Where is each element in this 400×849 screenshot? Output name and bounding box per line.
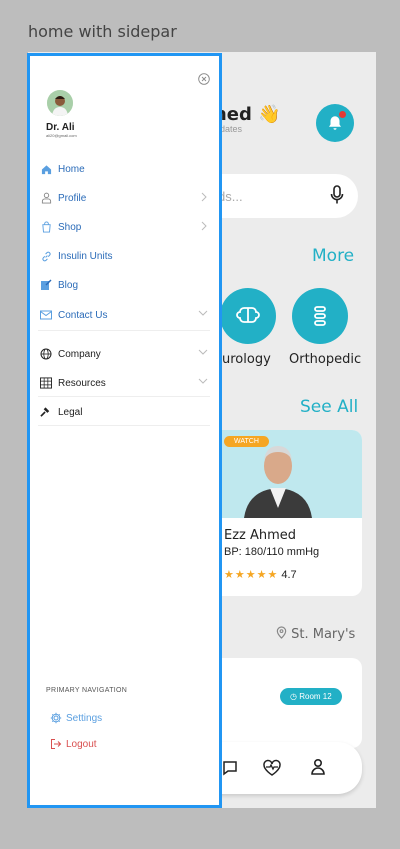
home-icon bbox=[41, 164, 51, 174]
category-neurology[interactable] bbox=[220, 288, 276, 344]
sidebar-item-contact-us[interactable]: Contact Us bbox=[40, 305, 210, 325]
sidebar-item-label: Legal bbox=[58, 406, 83, 418]
chat-icon[interactable] bbox=[222, 760, 238, 776]
doctor-rating: ★★★★★ 4.7 bbox=[224, 568, 297, 581]
settings-label: Settings bbox=[66, 712, 103, 724]
sidebar-item-shop[interactable]: Shop bbox=[40, 217, 210, 237]
settings-button[interactable]: Settings bbox=[50, 712, 102, 724]
link-icon bbox=[41, 251, 51, 261]
sidebar-drawer: Dr. Ali ali20@gmail.com Home Profile Sho… bbox=[27, 53, 222, 808]
building-icon bbox=[40, 377, 52, 389]
logout-label: Logout bbox=[66, 738, 97, 750]
category-orthopedic[interactable] bbox=[292, 288, 348, 344]
more-link[interactable]: More bbox=[312, 246, 354, 266]
location-text: St. Mary's bbox=[291, 627, 356, 642]
chevron-right-icon bbox=[201, 221, 207, 231]
gear-icon bbox=[50, 712, 62, 724]
location-pin-icon bbox=[276, 626, 287, 639]
sidebar-item-label: Blog bbox=[58, 279, 79, 291]
chevron-right-icon bbox=[201, 192, 207, 202]
avatar[interactable] bbox=[47, 90, 73, 116]
user-email: ali20@gmail.com bbox=[46, 133, 77, 138]
user-icon[interactable] bbox=[310, 758, 326, 776]
category-label: eurology bbox=[214, 352, 271, 367]
sidebar-item-label: Contact Us bbox=[58, 309, 108, 321]
sidebar-item-label: Home bbox=[58, 163, 85, 175]
sidebar-item-label: Profile bbox=[58, 192, 87, 204]
logout-button[interactable]: Logout bbox=[50, 738, 97, 750]
user-name: Dr. Ali bbox=[46, 122, 75, 133]
sidebar-item-label: Insulin Units bbox=[58, 250, 113, 262]
doctor-bp: BP: 180/110 mmHg bbox=[224, 546, 320, 558]
microphone-icon[interactable] bbox=[330, 185, 344, 205]
watch-badge: WATCH bbox=[224, 436, 269, 447]
brain-icon bbox=[236, 307, 260, 323]
frame-title: home with sidepar bbox=[28, 22, 177, 41]
see-all-link[interactable]: See All bbox=[300, 397, 358, 417]
heart-pulse-icon[interactable] bbox=[262, 759, 282, 777]
sidebar-item-company[interactable]: Company bbox=[40, 344, 210, 364]
user-icon bbox=[41, 192, 51, 204]
doctor-name: Ezz Ahmed bbox=[224, 528, 297, 543]
close-icon[interactable] bbox=[198, 73, 210, 85]
clock-icon: ◷ bbox=[290, 692, 297, 701]
logout-icon bbox=[51, 739, 62, 749]
shopping-bag-icon bbox=[41, 221, 51, 233]
sidebar-item-insulin-units[interactable]: Insulin Units bbox=[40, 246, 210, 266]
room-label: Room 12 bbox=[299, 692, 332, 701]
category-label: Orthopedic bbox=[289, 352, 362, 367]
mail-icon bbox=[40, 310, 52, 320]
chevron-down-icon bbox=[198, 310, 208, 316]
chevron-down-icon bbox=[198, 378, 208, 384]
doctor-photo bbox=[198, 430, 362, 518]
globe-icon bbox=[40, 348, 52, 360]
chevron-down-icon bbox=[198, 349, 208, 355]
spine-icon bbox=[314, 306, 326, 326]
sidebar-item-resources[interactable]: Resources bbox=[40, 373, 210, 393]
sidebar-item-label: Shop bbox=[58, 221, 82, 233]
location: St. Mary's bbox=[276, 626, 355, 642]
gavel-icon bbox=[40, 407, 50, 417]
notification-dot bbox=[339, 111, 346, 118]
divider bbox=[38, 330, 210, 331]
sidebar-item-blog[interactable]: Blog bbox=[40, 275, 210, 295]
greeting-sub: dates bbox=[220, 124, 243, 134]
sidebar-item-home[interactable]: Home bbox=[40, 159, 210, 179]
sidebar-item-label: Company bbox=[58, 348, 101, 360]
sidebar-item-profile[interactable]: Profile bbox=[40, 188, 210, 208]
room-badge: ◷ Room 12 bbox=[280, 688, 342, 705]
divider bbox=[38, 396, 210, 397]
rating-value: 4.7 bbox=[281, 569, 297, 581]
sidebar-item-label: Resources bbox=[58, 377, 106, 389]
divider bbox=[38, 425, 210, 426]
primary-navigation-label: PRIMARY NAVIGATION bbox=[46, 687, 128, 694]
sidebar-item-legal[interactable]: Legal bbox=[40, 402, 210, 422]
notification-button[interactable] bbox=[316, 104, 354, 142]
rating-stars: ★★★★★ bbox=[224, 569, 279, 581]
edit-icon bbox=[41, 279, 52, 290]
doctor-card[interactable]: WATCH Ezz Ahmed BP: 180/110 mmHg ★★★★★ 4… bbox=[198, 430, 362, 596]
